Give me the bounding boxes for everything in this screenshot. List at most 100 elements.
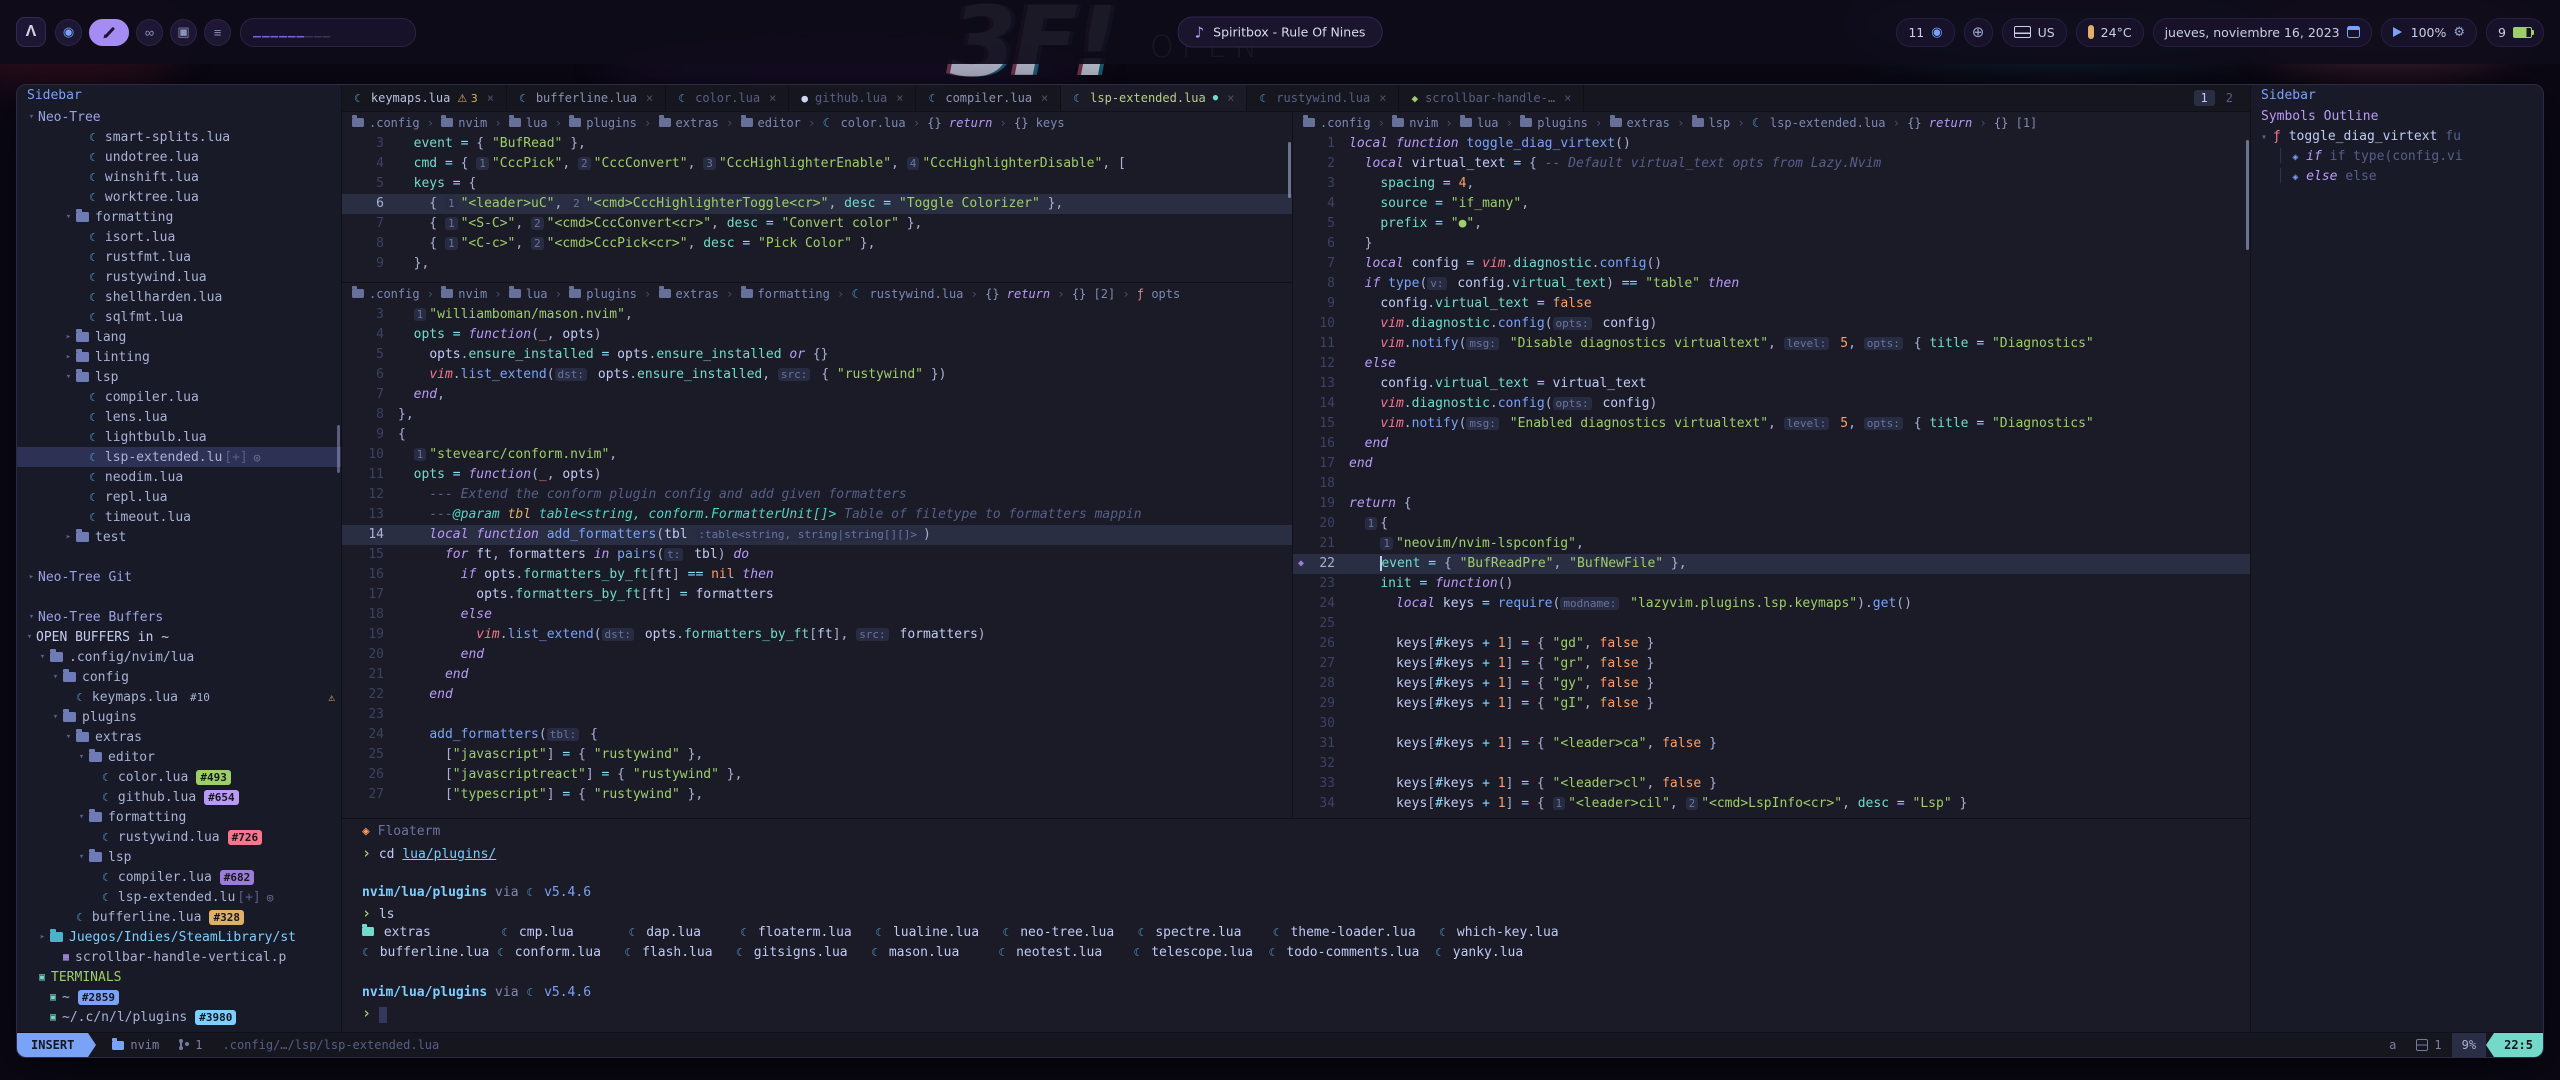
code-line[interactable]: 23 — [342, 705, 1292, 725]
code-line[interactable]: 9{ — [342, 425, 1292, 445]
tree-item[interactable]: ☾bufferline.lua#328 — [17, 907, 341, 927]
editor-pane-lsp-extended-lua[interactable]: .config › nvim › lua › plugins › extras … — [1293, 112, 2250, 818]
tree-item[interactable]: ☾timeout.lua — [17, 507, 341, 527]
outline-item[interactable]: │ ◈ else else — [2251, 167, 2543, 187]
close-icon[interactable]: × — [487, 91, 494, 105]
launcher-button[interactable]: Ʌ — [16, 17, 46, 47]
tree-item[interactable]: ☾color.lua#493 — [17, 767, 341, 787]
tree-item[interactable]: ▸lang — [17, 327, 341, 347]
tree-item[interactable]: ▦scrollbar-handle-vertical.p — [17, 947, 341, 967]
code-line[interactable]: ◆22 event = { "BufReadPre", "BufNewFile"… — [1293, 554, 2250, 574]
outline-item[interactable]: │ ◈ if if type(config.vi — [2251, 147, 2543, 167]
module-battery[interactable]: 9 — [2486, 18, 2544, 47]
tabpage-2[interactable]: 2 — [2219, 90, 2240, 106]
editor-pane-rustywind-lua[interactable]: .config › nvim › lua › plugins › extras … — [342, 283, 1292, 818]
tree-item[interactable]: ▾plugins — [17, 707, 341, 727]
code-line[interactable]: 15 for ft, formatters in pairs(t: tbl) d… — [342, 545, 1292, 565]
workspace-apps[interactable]: ▣ — [170, 19, 197, 46]
tree-item[interactable]: ☾compiler.lua — [17, 387, 341, 407]
tab-lsp-extended-lua[interactable]: ☾lsp-extended.lua●× — [1061, 85, 1247, 111]
code-line[interactable]: 28 keys[#keys + 1] = { "gy", false } — [1293, 674, 2250, 694]
module-window-count[interactable]: 11 — [1896, 18, 1954, 47]
tree-item[interactable]: ☾neodim.lua — [17, 467, 341, 487]
code-line[interactable]: 19 vim.list_extend(dst: opts.formatters_… — [342, 625, 1292, 645]
module-temperature[interactable]: 24°C — [2076, 18, 2144, 47]
tree-item[interactable]: ▾formatting — [17, 207, 341, 227]
code-line[interactable]: 17 opts.formatters_by_ft[ft] = formatter… — [342, 585, 1292, 605]
tree-section-header[interactable]: ▣TERMINALS — [17, 967, 341, 987]
code-line[interactable]: 4 source = "if_many", — [1293, 194, 2250, 214]
close-icon[interactable]: × — [1379, 91, 1386, 105]
code-line[interactable]: 34 keys[#keys + 1] = { 1"<leader>cil", 2… — [1293, 794, 2250, 814]
code-line[interactable]: 6 vim.list_extend(dst: opts.ensure_insta… — [342, 365, 1292, 385]
tree-item[interactable]: ☾compiler.lua#682 — [17, 867, 341, 887]
tree-item[interactable]: ☾sqlfmt.lua — [17, 307, 341, 327]
code-line[interactable]: 8 if type(v: config.virtual_text) == "ta… — [1293, 274, 2250, 294]
tab-scrollbar-handle-[interactable]: ◆scrollbar-handle-…× — [1399, 85, 1584, 111]
tree-item[interactable]: ☾github.lua#654 — [17, 787, 341, 807]
tab-github-lua[interactable]: ●github.lua× — [789, 85, 916, 111]
tree-item[interactable]: ▸linting — [17, 347, 341, 367]
code-line[interactable]: 7 { 1"<S-C>", 2"<cmd>CccConvert<cr>", de… — [342, 214, 1292, 234]
tree-item[interactable]: ▾formatting — [17, 807, 341, 827]
code-line[interactable]: 13 ---@param tbl table<string, conform.F… — [342, 505, 1292, 525]
code-line[interactable]: 22 end — [342, 685, 1292, 705]
tree-section-header[interactable]: ▸Neo-Tree Git — [17, 567, 341, 587]
terminal-line[interactable]: extras ☾ cmp.lua ☾ dap.lua ☾ floaterm.lu… — [362, 923, 2250, 943]
code-line[interactable]: 12 else — [1293, 354, 2250, 374]
tree-item[interactable]: ▾editor — [17, 747, 341, 767]
terminal-line[interactable]: › cd lua/plugins/ — [362, 843, 2250, 863]
code-line[interactable]: 13 config.virtual_text = virtual_text — [1293, 374, 2250, 394]
code-line[interactable]: 20 1{ — [1293, 514, 2250, 534]
code-line[interactable]: 25 — [1293, 614, 2250, 634]
tree-item[interactable]: ☾lens.lua — [17, 407, 341, 427]
code-line[interactable]: 27 ["typescript"] = { "rustywind" }, — [342, 785, 1292, 805]
close-icon[interactable]: × — [1227, 91, 1234, 105]
code-line[interactable]: 3 event = { "BufRead" }, — [342, 134, 1292, 154]
workspace-notes[interactable]: ≡ — [204, 19, 231, 46]
code-line[interactable]: 26 ["javascriptreact"] = { "rustywind" }… — [342, 765, 1292, 785]
code-line[interactable]: 8 { 1"<C-c>", 2"<cmd>CccPick<cr>", desc … — [342, 234, 1292, 254]
tree-item[interactable]: ☾winshift.lua — [17, 167, 341, 187]
tree-item[interactable]: ☾rustywind.lua#726 — [17, 827, 341, 847]
code-line[interactable]: 18 — [1293, 474, 2250, 494]
tree-item[interactable]: ▾.config/nvim/lua — [17, 647, 341, 667]
terminal-line[interactable] — [362, 963, 2250, 983]
code-line[interactable]: 32 — [1293, 754, 2250, 774]
terminal-line[interactable] — [362, 863, 2250, 883]
tree-item[interactable]: ☾rustywind.lua — [17, 267, 341, 287]
pane-scrollbar-handle[interactable] — [1288, 142, 1291, 198]
tree-item[interactable]: ☾shellharden.lua — [17, 287, 341, 307]
code-line[interactable]: 5 keys = { — [342, 174, 1292, 194]
code-line[interactable]: 27 keys[#keys + 1] = { "gr", false } — [1293, 654, 2250, 674]
code-line[interactable]: 2 local virtual_text = { -- Default virt… — [1293, 154, 2250, 174]
terminal-line[interactable]: › ls — [362, 903, 2250, 923]
workspace-edit[interactable] — [89, 19, 129, 46]
tree-item[interactable]: ▾extras — [17, 727, 341, 747]
module-keyboard-layout[interactable]: US — [2002, 18, 2067, 47]
code-line[interactable]: 19return { — [1293, 494, 2250, 514]
close-icon[interactable]: × — [1564, 91, 1571, 105]
code-line[interactable]: 21 1"neovim/nvim-lspconfig", — [1293, 534, 2250, 554]
code-line[interactable]: 30 — [1293, 714, 2250, 734]
code-line[interactable]: 24 add_formatters(tbl: { — [342, 725, 1292, 745]
code-line[interactable]: 18 else — [342, 605, 1292, 625]
code-line[interactable]: 9 }, — [342, 254, 1292, 274]
code-line[interactable]: 23 init = function() — [1293, 574, 2250, 594]
workspace-browser[interactable]: ◉ — [55, 19, 82, 46]
tree-item[interactable]: ▾lsp — [17, 847, 341, 867]
tree-item[interactable]: ☾rustfmt.lua — [17, 247, 341, 267]
now-playing-widget[interactable]: ♪ Spiritbox - Rule Of Nines — [1178, 17, 1383, 48]
terminal-line[interactable]: nvim/lua/plugins via ☾ v5.4.6 — [362, 883, 2250, 903]
code-line[interactable]: 7 local config = vim.diagnostic.config() — [1293, 254, 2250, 274]
tree-item[interactable]: ▸Juegos/Indies/SteamLibrary/st — [17, 927, 341, 947]
workspace-link[interactable]: ∞ — [136, 19, 163, 46]
tree-item[interactable]: ☾undotree.lua — [17, 147, 341, 167]
code-line[interactable]: 29 keys[#keys + 1] = { "gI", false } — [1293, 694, 2250, 714]
sidebar-scrollbar-handle[interactable] — [337, 425, 340, 473]
terminal-line[interactable]: › — [362, 1003, 2250, 1023]
code-line[interactable]: 14 vim.diagnostic.config(opts: config) — [1293, 394, 2250, 414]
tab-compiler-lua[interactable]: ☾compiler.lua× — [916, 85, 1061, 111]
code-line[interactable]: 6 } — [1293, 234, 2250, 254]
module-volume[interactable]: 100% — [2381, 18, 2477, 47]
